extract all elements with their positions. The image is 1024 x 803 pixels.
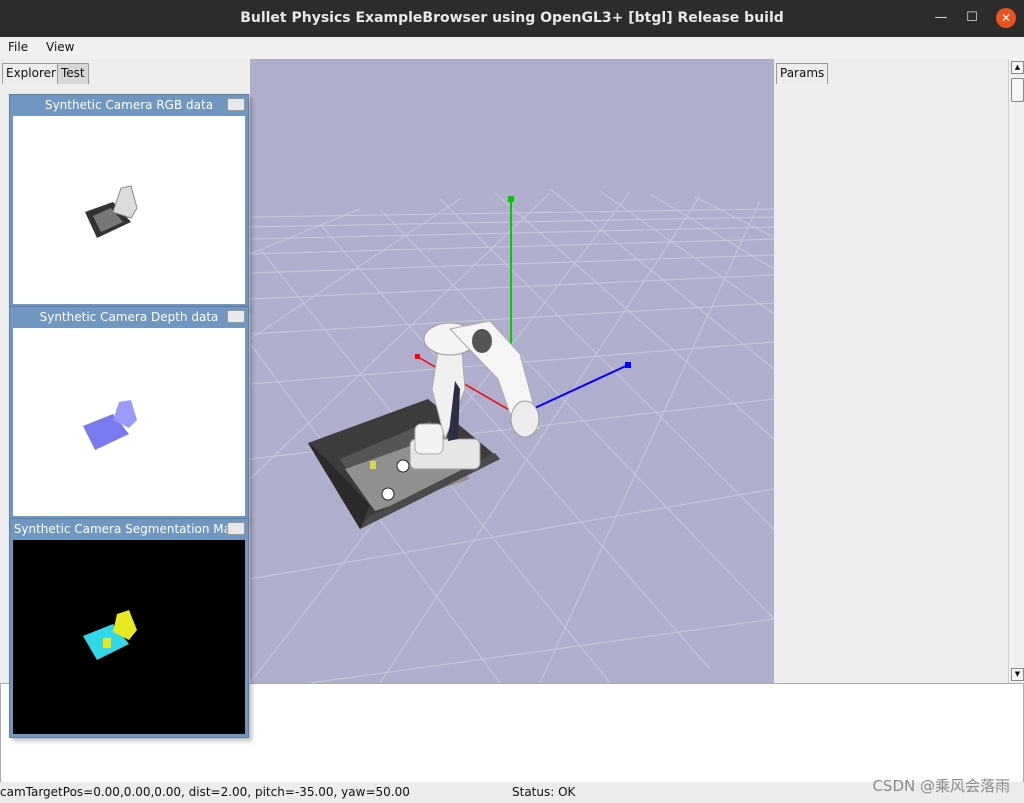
segmentation-camera-view (13, 540, 245, 734)
rgb-window-minimize-button[interactable] (227, 98, 245, 111)
menu-file[interactable]: File (8, 40, 28, 54)
depth-camera-window-title[interactable]: Synthetic Camera Depth data (10, 307, 248, 327)
window-titlebar[interactable]: Bullet Physics ExampleBrowser using Open… (0, 0, 1024, 37)
depth-window-minimize-button[interactable] (227, 310, 245, 323)
params-scrollbar[interactable]: ▲ ▼ (1008, 59, 1024, 683)
arrow-down-icon: ▼ (1014, 670, 1021, 678)
watermark-text: CSDN @乘风会落雨 (872, 777, 1010, 795)
params-panel (774, 59, 1008, 683)
minimize-icon: — (934, 10, 948, 25)
menu-view[interactable]: View (46, 40, 74, 54)
tab-test[interactable]: Test (57, 63, 89, 84)
depth-camera-window[interactable]: Synthetic Camera Depth data (9, 306, 249, 520)
close-icon: ✕ (1000, 11, 1012, 25)
maximize-icon: ☐ (966, 10, 978, 25)
scroll-thumb[interactable] (1011, 78, 1024, 102)
rgb-camera-image (85, 185, 138, 238)
tab-params[interactable]: Params (776, 63, 829, 84)
minimize-button[interactable]: — (932, 9, 950, 27)
scene-canvas (250, 188, 774, 683)
segmentation-camera-image (83, 610, 137, 660)
segmentation-camera-window-title[interactable]: Synthetic Camera Segmentation Mask (10, 519, 248, 539)
menubar: File View (0, 37, 1024, 59)
rgb-camera-window-title[interactable]: Synthetic Camera RGB data (10, 95, 248, 115)
window-title: Bullet Physics ExampleBrowser using Open… (240, 10, 784, 26)
segmentation-camera-window[interactable]: Synthetic Camera Segmentation Mask (9, 518, 249, 738)
z-axis-handle (625, 362, 631, 368)
depth-camera-image (83, 400, 137, 450)
x-axis-handle (415, 354, 420, 359)
arrow-up-icon: ▲ (1014, 63, 1021, 71)
status-text: Status: OK (512, 785, 576, 799)
status-bar: camTargetPos=0.00,0.00,0.00, dist=2.00, … (0, 782, 1024, 803)
depth-camera-view (13, 328, 245, 516)
maximize-button[interactable]: ☐ (963, 9, 981, 27)
rgb-camera-window[interactable]: Synthetic Camera RGB data (9, 94, 249, 308)
segmentation-window-minimize-button[interactable] (227, 522, 245, 535)
camera-status-text: camTargetPos=0.00,0.00,0.00, dist=2.00, … (0, 785, 410, 799)
tab-explorer[interactable]: Explorer (2, 63, 60, 84)
y-axis-handle (508, 196, 514, 202)
rgb-camera-view (13, 116, 245, 304)
scroll-up-button[interactable]: ▲ (1011, 61, 1024, 74)
scroll-down-button[interactable]: ▼ (1011, 668, 1024, 681)
3d-viewport[interactable] (250, 59, 774, 683)
close-button[interactable]: ✕ (996, 8, 1016, 28)
